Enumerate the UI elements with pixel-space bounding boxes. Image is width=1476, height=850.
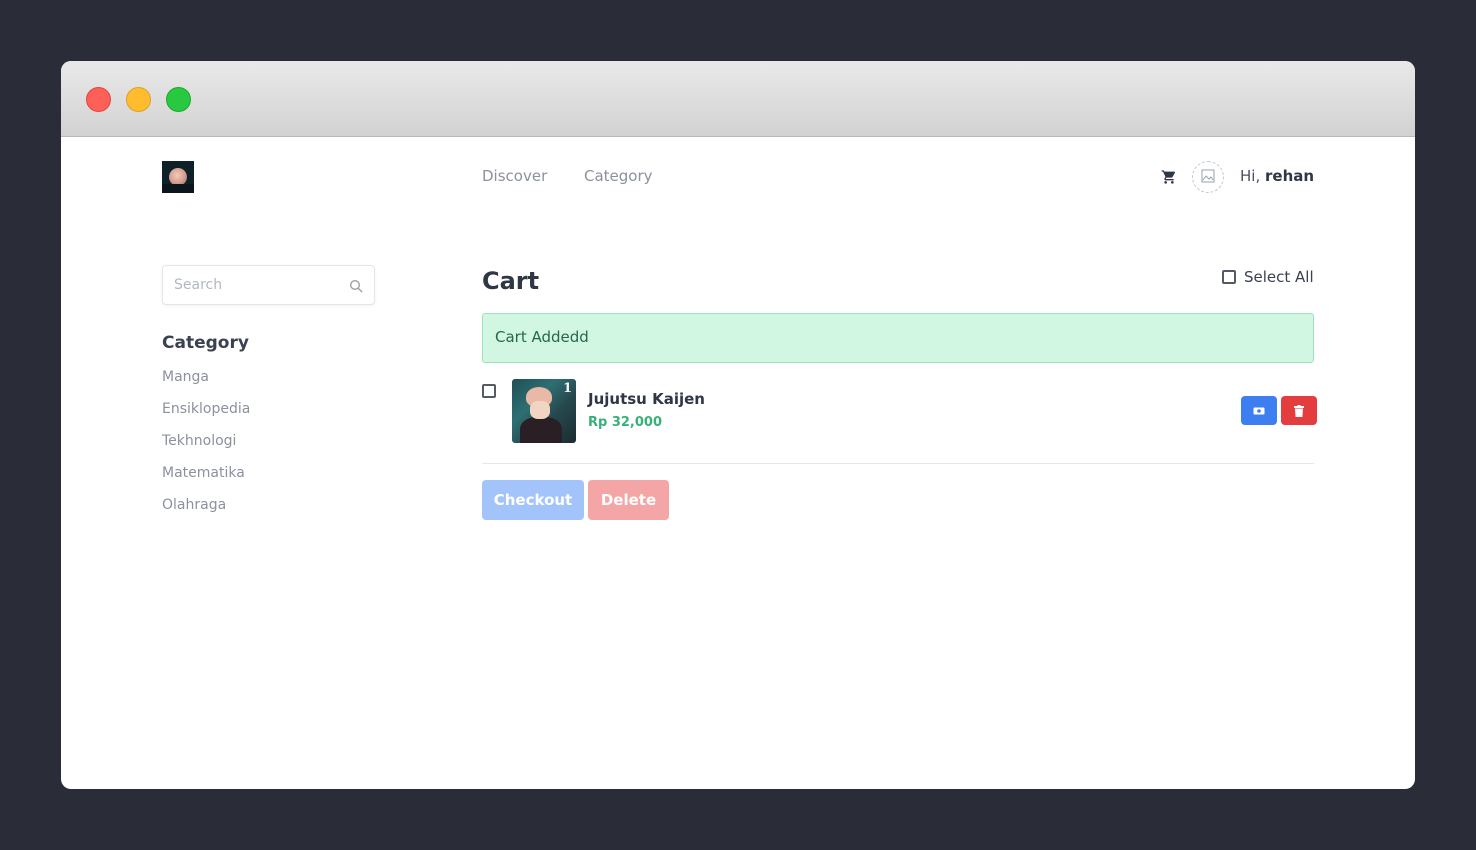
close-window-button[interactable] — [86, 87, 111, 112]
select-all-checkbox[interactable] — [1222, 270, 1236, 284]
minimize-window-button[interactable] — [126, 87, 151, 112]
search-icon[interactable] — [349, 278, 363, 297]
select-all-control[interactable]: Select All — [1222, 268, 1314, 286]
category-item-olahraga[interactable]: Olahraga — [162, 495, 250, 527]
success-alert: Cart Addedd — [482, 313, 1314, 363]
category-item-tekhnologi[interactable]: Tekhnologi — [162, 431, 250, 463]
logo-ground — [162, 184, 194, 193]
checkout-button[interactable]: Checkout — [482, 480, 584, 520]
category-item-manga[interactable]: Manga — [162, 367, 250, 399]
cart-item-price: Rp 32,000 — [588, 415, 663, 430]
buy-item-button[interactable] — [1241, 396, 1277, 425]
cart-divider — [482, 463, 1314, 464]
book-cover-image: 1 — [512, 379, 576, 443]
money-icon — [1253, 407, 1265, 414]
page-content: Discover Category Hi, rehan Category Man… — [61, 137, 1415, 789]
remove-item-button[interactable] — [1281, 396, 1317, 425]
nav-link-category[interactable]: Category — [584, 167, 653, 185]
greeting-prefix: Hi, — [1240, 167, 1261, 185]
search-input[interactable] — [174, 275, 344, 295]
cover-figure-body — [520, 417, 562, 443]
nav-link-discover[interactable]: Discover — [482, 167, 547, 185]
maximize-window-button[interactable] — [166, 87, 191, 112]
cover-figure-face — [530, 401, 550, 419]
category-list: Manga Ensiklopedia Tekhnologi Matematika… — [162, 367, 250, 527]
page-title: Cart — [482, 267, 540, 295]
username: rehan — [1265, 167, 1315, 185]
trash-icon — [1294, 404, 1304, 417]
site-logo[interactable] — [162, 161, 194, 193]
browser-window: Discover Category Hi, rehan Category Man… — [61, 61, 1415, 789]
cover-volume-number: 1 — [562, 381, 572, 396]
select-all-label: Select All — [1244, 268, 1314, 286]
user-greeting: Hi, rehan — [1240, 167, 1314, 185]
category-item-matematika[interactable]: Matematika — [162, 463, 250, 495]
shopping-cart-icon[interactable] — [1161, 169, 1177, 185]
sidebar-category-title: Category — [162, 333, 249, 353]
cart-item-title: Jujutsu Kaijen — [588, 390, 705, 408]
delete-button[interactable]: Delete — [588, 480, 669, 520]
broken-image-icon — [1201, 169, 1215, 183]
user-avatar[interactable] — [1192, 161, 1224, 193]
title-bar — [61, 61, 1415, 137]
category-item-ensiklopedia[interactable]: Ensiklopedia — [162, 399, 250, 431]
cart-item-checkbox[interactable] — [482, 384, 496, 398]
search-box — [162, 265, 375, 305]
